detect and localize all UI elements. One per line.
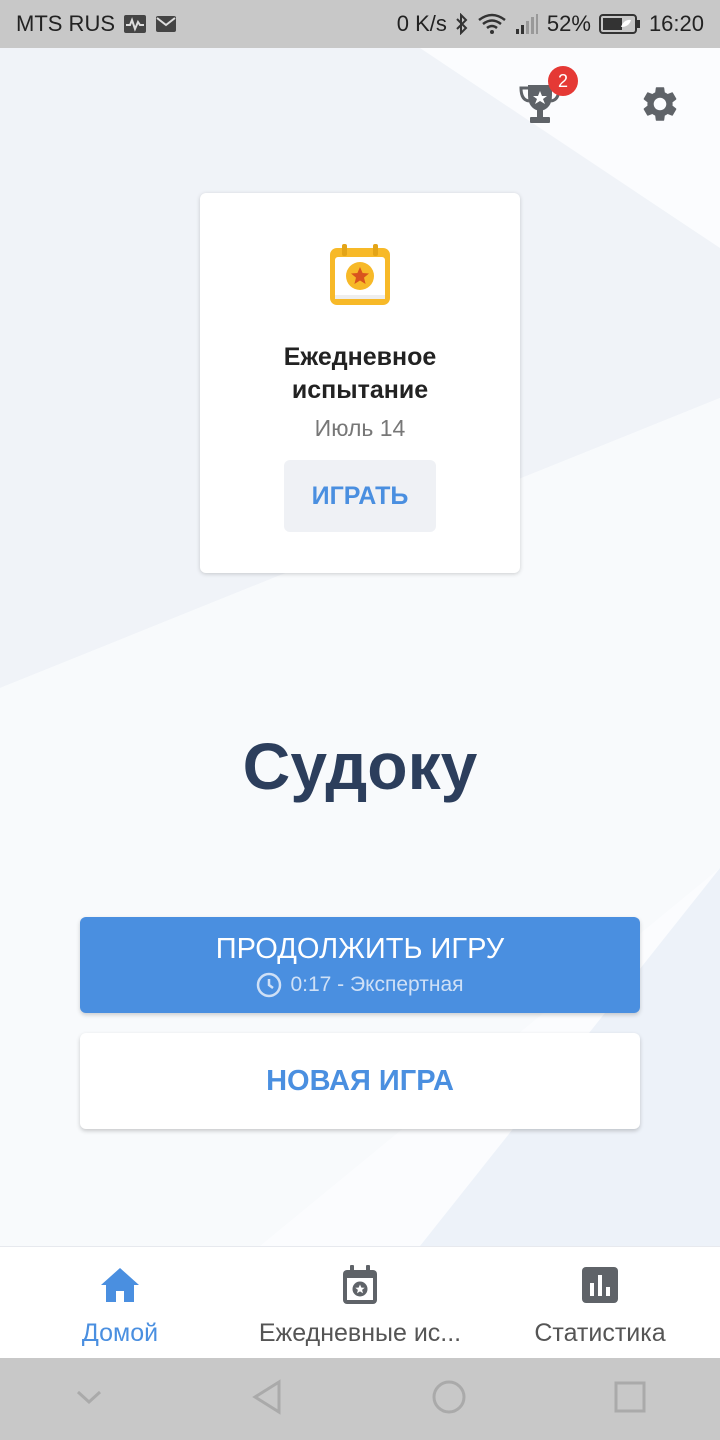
system-navigation-bar <box>0 1358 720 1440</box>
continue-game-button[interactable]: ПРОДОЛЖИТЬ ИГРУ 0:17 - Экспертная <box>80 917 640 1013</box>
signal-icon <box>515 13 539 35</box>
app-title: Судоку <box>242 729 478 803</box>
home-screen: 2 Ежедневное испытание Июль 14 ИГРАТЬ Су… <box>0 48 720 1246</box>
nav-item-statistics[interactable]: Статистика <box>480 1247 720 1358</box>
mail-icon <box>155 15 177 33</box>
chevron-down-icon[interactable] <box>74 1387 104 1412</box>
top-actions: 2 <box>516 66 684 130</box>
back-icon[interactable] <box>251 1378 283 1420</box>
nav-label-statistics: Статистика <box>534 1319 666 1347</box>
nav-label-home: Домой <box>81 1319 159 1347</box>
status-bar: MTS RUS 0 K/s 52% 16:20 <box>0 0 720 48</box>
activity-icon <box>123 14 147 34</box>
continue-game-details: 0:17 - Экспертная <box>256 972 464 998</box>
home-icon <box>101 1268 139 1302</box>
bar-chart-icon <box>582 1267 618 1303</box>
trophy-badge: 2 <box>548 66 578 96</box>
continue-game-time-difficulty: 0:17 - Экспертная <box>290 972 464 996</box>
wifi-icon <box>477 13 507 35</box>
settings-button[interactable] <box>636 78 684 130</box>
calendar-star-icon <box>343 1265 377 1304</box>
new-game-button[interactable]: НОВАЯ ИГРА <box>80 1033 640 1129</box>
play-button[interactable]: ИГРАТЬ <box>284 460 436 532</box>
battery-icon <box>598 13 641 35</box>
calendar-star-icon <box>330 244 390 305</box>
nav-item-home[interactable]: Домой <box>0 1247 240 1358</box>
daily-challenge-title: Ежедневное испытание <box>283 343 437 404</box>
daily-challenge-date: Июль 14 <box>314 415 406 441</box>
continue-game-label: ПРОДОЛЖИТЬ ИГРУ <box>215 932 505 965</box>
trophy-button[interactable]: 2 <box>516 66 578 130</box>
home-circle-icon[interactable] <box>431 1379 467 1420</box>
gear-icon <box>643 87 677 121</box>
nav-label-daily-challenges: Ежедневные ис... <box>258 1319 462 1347</box>
bottom-navigation: Домой Ежедневные ис... Статистика <box>0 1246 720 1358</box>
bluetooth-icon <box>455 13 469 35</box>
carrier-name: MTS RUS <box>16 11 115 36</box>
daily-challenge-card[interactable]: Ежедневное испытание Июль 14 ИГРАТЬ <box>200 193 520 573</box>
nav-item-daily-challenges[interactable]: Ежедневные ис... <box>240 1247 480 1358</box>
network-speed: 0 K/s <box>396 11 447 36</box>
recents-icon[interactable] <box>614 1381 646 1418</box>
clock-icon <box>257 972 282 997</box>
battery-percent: 52% <box>546 11 591 36</box>
clock-time: 16:20 <box>648 11 704 36</box>
